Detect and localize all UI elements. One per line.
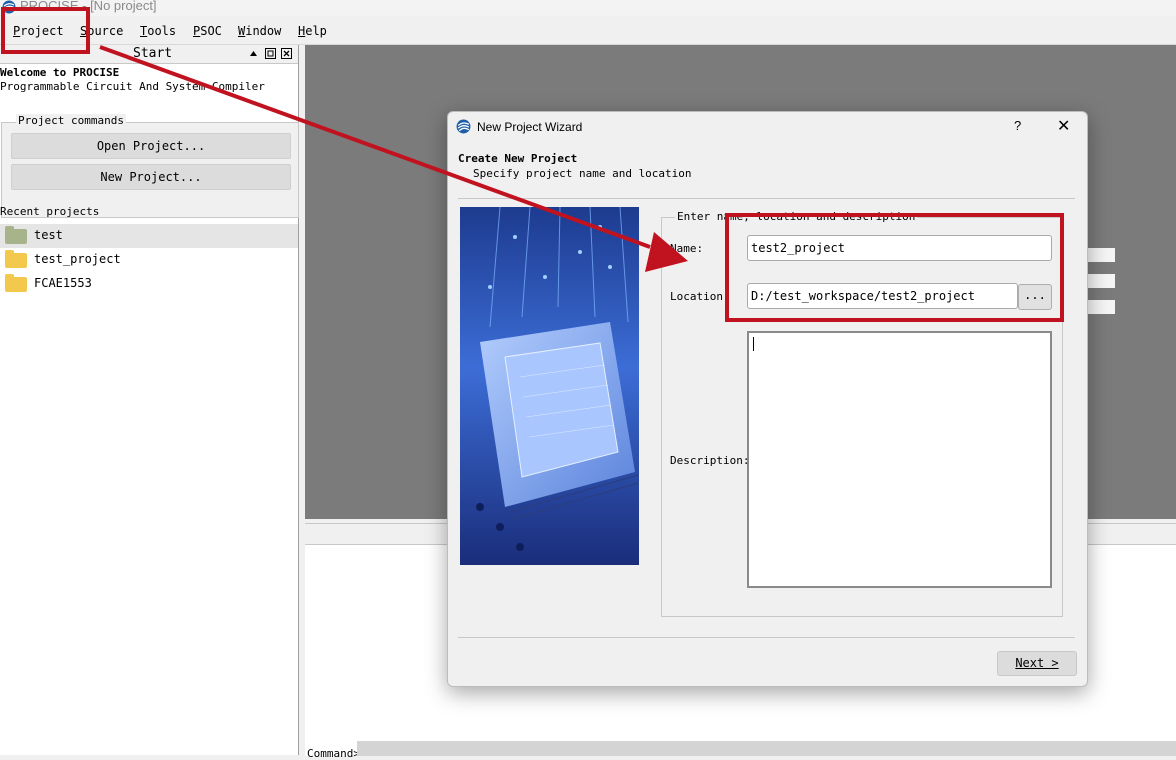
recent-project-label: test — [34, 228, 63, 242]
help-button[interactable]: ? — [1014, 118, 1021, 133]
workspace-placeholder-bar — [1088, 300, 1115, 314]
annotation-highlight-name-location — [725, 213, 1064, 322]
dialog-close-button[interactable]: ✕ — [1057, 116, 1070, 136]
menu-help-label: elp — [305, 24, 327, 38]
workspace-placeholder-bar — [1088, 248, 1115, 262]
wizard-subheading: Specify project name and location — [473, 167, 692, 180]
description-label: Description: — [670, 454, 750, 467]
open-project-button[interactable]: Open Project... — [11, 133, 291, 159]
menu-tools-label: ools — [147, 24, 177, 38]
name-label: Name: — [670, 242, 704, 255]
workspace-placeholder-bar — [1088, 274, 1115, 288]
menu-window[interactable]: Window — [238, 24, 281, 38]
folder-icon — [5, 250, 27, 268]
project-commands-group: Project commands Open Project... New Pro… — [1, 114, 299, 218]
close-icon[interactable] — [281, 48, 292, 59]
menu-source-label: ource — [87, 24, 124, 38]
circuit-chip-illustration — [460, 207, 639, 565]
annotation-highlight-project-menu — [1, 7, 90, 54]
recent-project-item[interactable]: test_project — [0, 248, 298, 272]
menu-psoc-label: SOC — [200, 24, 222, 38]
wizard-heading: Create New Project — [458, 152, 578, 165]
recent-project-label: test_project — [34, 252, 121, 266]
menu-tools[interactable]: Tools — [140, 24, 176, 38]
location-label: Location: — [670, 290, 730, 303]
recent-project-label: FCAE1553 — [34, 276, 92, 290]
divider — [458, 198, 1075, 199]
folder-icon — [5, 226, 27, 244]
triangle-up-icon[interactable] — [248, 48, 259, 59]
project-commands-label: Project commands — [16, 114, 126, 127]
welcome-title: Welcome to PROCISE — [0, 66, 120, 79]
command-label: Command> — [307, 747, 360, 760]
restore-icon[interactable] — [265, 48, 276, 59]
next-button[interactable]: Next > — [997, 651, 1077, 676]
project-description-textarea[interactable] — [747, 331, 1052, 588]
divider — [458, 637, 1075, 638]
menu-window-label: indow — [245, 24, 282, 38]
recent-projects-list: test test_project FCAE1553 — [0, 224, 298, 296]
window-titlebar: PROCISE - [No project] — [0, 0, 1176, 16]
start-panel: Start Welcome to PROCISE Programmable Ci… — [0, 45, 299, 755]
menu-psoc[interactable]: PSOC — [193, 24, 222, 38]
welcome-subtitle: Programmable Circuit And System Compiler — [0, 80, 265, 93]
next-button-label: Next > — [1015, 656, 1059, 670]
recent-project-item[interactable]: FCAE1553 — [0, 272, 298, 296]
new-project-button[interactable]: New Project... — [11, 164, 291, 190]
command-input[interactable] — [357, 741, 1176, 756]
procise-logo-icon — [456, 119, 471, 134]
menu-help[interactable]: Help — [298, 24, 327, 38]
new-project-wizard-dialog: New Project Wizard ? ✕ Create New Projec… — [447, 111, 1088, 687]
start-panel-title: Start — [133, 46, 173, 61]
text-caret — [753, 337, 754, 351]
recent-projects-label: Recent projects — [0, 205, 100, 218]
menubar: Project Source Tools PSOC Window Help — [0, 18, 1176, 45]
dialog-title: New Project Wizard — [477, 120, 583, 134]
recent-project-item[interactable]: test — [0, 224, 298, 248]
folder-icon — [5, 274, 27, 292]
